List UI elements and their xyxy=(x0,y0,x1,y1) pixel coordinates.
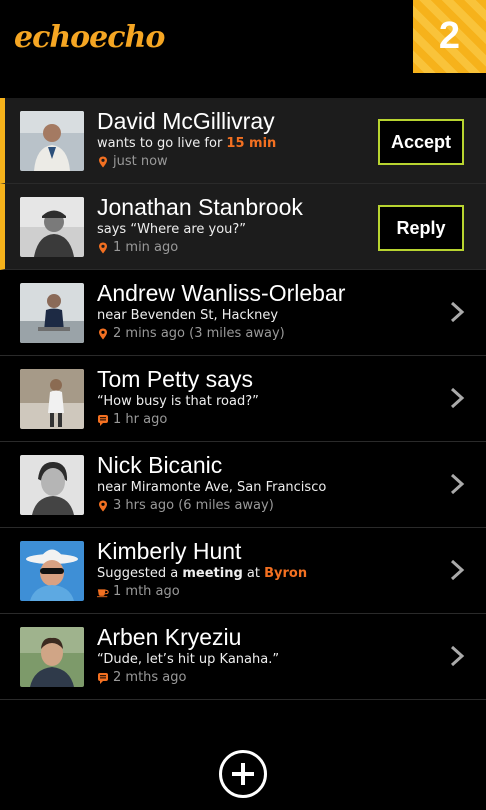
timestamp: 1 mth ago xyxy=(97,583,386,601)
echoecho-logo: echoecho xyxy=(14,20,165,55)
timestamp: 2 mths ago xyxy=(97,669,386,687)
duration-highlight: 15 min xyxy=(226,136,277,151)
avatar xyxy=(20,369,84,429)
chevron-right-icon[interactable] xyxy=(446,472,468,496)
contact-name: Arben Kryeziu xyxy=(97,624,242,650)
location-pin-icon xyxy=(99,500,107,512)
venue-highlight: Byron xyxy=(264,566,308,581)
avatar xyxy=(20,627,84,687)
contact-name: Jonathan Stanbrook xyxy=(97,194,303,220)
chevron-right-icon[interactable] xyxy=(446,644,468,668)
notification-badge[interactable]: 2 xyxy=(413,0,486,73)
timestamp: 1 min ago xyxy=(97,239,386,257)
list-item-kimberly[interactable]: Kimberly Hunt Suggested a meeting at Byr… xyxy=(0,528,486,614)
chat-icon xyxy=(98,415,108,426)
list-item-nick[interactable]: Nick Bicanic near Miramonte Ave, San Fra… xyxy=(0,442,486,528)
contact-name: Tom Petty says xyxy=(97,366,253,392)
location-pin-icon xyxy=(99,242,107,254)
chevron-right-icon[interactable] xyxy=(446,300,468,324)
list-item-david[interactable]: David McGillivray wants to go live for 1… xyxy=(0,98,486,184)
accept-button[interactable]: Accept xyxy=(378,119,464,165)
timestamp: 2 mins ago (3 miles away) xyxy=(97,325,386,343)
activity-text: “How busy is that road?” xyxy=(97,394,259,409)
timestamp: 1 hr ago xyxy=(97,411,386,429)
chevron-right-icon[interactable] xyxy=(446,558,468,582)
chevron-right-icon[interactable] xyxy=(446,386,468,410)
avatar xyxy=(20,111,84,171)
activity-text: wants to go live for 15 min xyxy=(97,136,277,151)
avatar xyxy=(20,283,84,343)
activity-text: near Bevenden St, Hackney xyxy=(97,308,279,323)
notification-count: 2 xyxy=(438,15,461,57)
reply-button[interactable]: Reply xyxy=(378,205,464,251)
list-item-arben[interactable]: Arben Kryeziu “Dude, let’s hit up Kanaha… xyxy=(0,614,486,700)
contact-name: Andrew Wanliss-Orlebar xyxy=(97,280,346,306)
timestamp: just now xyxy=(97,153,386,171)
list-item-jonathan[interactable]: Jonathan Stanbrook says “Where are you?”… xyxy=(0,184,486,270)
add-icon[interactable] xyxy=(219,750,267,798)
activity-text: says “Where are you?” xyxy=(97,222,247,237)
activity-text: “Dude, let’s hit up Kanaha.” xyxy=(97,652,280,667)
coffee-cup-icon xyxy=(97,589,109,598)
activity-text: near Miramonte Ave, San Francisco xyxy=(97,480,327,495)
activity-text: Suggested a meeting at Byron xyxy=(97,566,308,581)
contact-name: Nick Bicanic xyxy=(97,452,223,478)
timestamp: 3 hrs ago (6 miles away) xyxy=(97,497,386,515)
contact-name: David McGillivray xyxy=(97,108,275,134)
contact-name: Kimberly Hunt xyxy=(97,538,242,564)
list-item-andrew[interactable]: Andrew Wanliss-Orlebar near Bevenden St,… xyxy=(0,270,486,356)
location-pin-icon xyxy=(99,328,107,340)
avatar xyxy=(20,197,84,257)
activity-list: David McGillivray wants to go live for 1… xyxy=(0,98,486,700)
avatar xyxy=(20,455,84,515)
app-bar xyxy=(0,700,486,810)
avatar xyxy=(20,541,84,601)
location-pin-icon xyxy=(99,156,107,168)
list-item-tom[interactable]: Tom Petty says “How busy is that road?” … xyxy=(0,356,486,442)
chat-icon xyxy=(98,673,108,684)
app-header: echoecho 2 xyxy=(0,0,486,98)
